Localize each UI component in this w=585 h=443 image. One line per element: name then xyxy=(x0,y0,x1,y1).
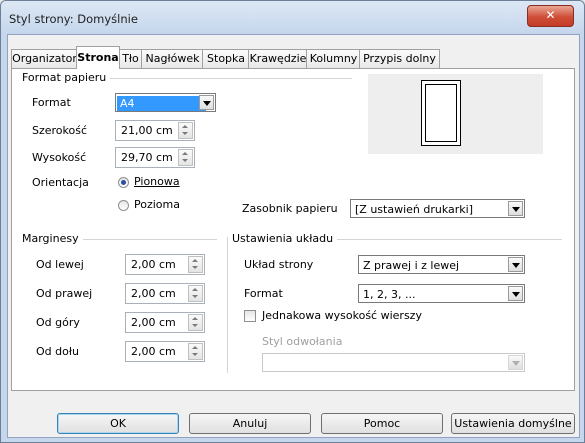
landscape-radio[interactable] xyxy=(118,200,129,211)
page-layout-select[interactable]: Z prawej i z lewej xyxy=(358,255,525,274)
spin-arrows-icon[interactable] xyxy=(188,314,203,331)
page-layout-label: Układ strony xyxy=(244,258,314,271)
page-layout-value: Z prawej i z lewej xyxy=(363,259,460,272)
help-button[interactable]: Pomoc xyxy=(321,413,443,434)
tab-label: Stopka xyxy=(207,52,245,65)
tab-columns[interactable]: Kolumny xyxy=(306,49,361,68)
margin-bottom-spinbox[interactable]: 2,00 cm xyxy=(125,341,205,362)
tab-label: Przypis dolny xyxy=(363,52,436,65)
page-preview xyxy=(368,74,543,154)
ok-button-label: OK xyxy=(110,417,126,430)
orientation-label: Orientacja xyxy=(32,176,89,189)
paper-tray-label: Zasobnik papieru xyxy=(242,202,338,215)
tab-label: Nagłówek xyxy=(145,52,200,65)
paper-format-value: A4 xyxy=(117,96,206,111)
margins-group-title: Marginesy xyxy=(22,232,83,245)
title-bar[interactable]: Styl strony: Domyślnie ✕ xyxy=(1,1,584,34)
spin-arrows-icon[interactable] xyxy=(178,149,193,166)
chevron-down-icon[interactable] xyxy=(508,286,523,301)
ok-button[interactable]: OK xyxy=(57,413,179,434)
width-label: Szerokość xyxy=(32,124,88,137)
tab-label: Krawędzie xyxy=(249,52,307,65)
dialog-title: Styl strony: Domyślnie xyxy=(9,12,138,26)
register-true-label[interactable]: Jednakowa wysokość wierszy xyxy=(262,309,422,322)
register-true-checkbox[interactable] xyxy=(244,310,256,322)
defaults-button[interactable]: Ustawienia domyślne xyxy=(451,413,575,434)
paper-tray-select[interactable]: [Z ustawień drukarki] xyxy=(350,199,525,218)
dialog-window: Styl strony: Domyślnie ✕ Organizator Str… xyxy=(0,0,585,443)
reference-style-select[interactable] xyxy=(262,353,525,372)
paper-format-group-title: Format papieru xyxy=(22,71,111,84)
margin-bottom-label: Od dołu xyxy=(36,345,79,358)
margin-top-label: Od góry xyxy=(36,316,80,329)
chevron-down-icon[interactable] xyxy=(508,355,523,370)
chevron-down-icon[interactable] xyxy=(508,257,523,272)
close-button[interactable]: ✕ xyxy=(527,5,574,27)
portrait-radio[interactable] xyxy=(118,177,129,188)
tab-page[interactable]: Strona xyxy=(76,46,120,69)
tab-label: Kolumny xyxy=(309,52,358,65)
tab-background[interactable]: Tło xyxy=(118,49,143,68)
cancel-button[interactable]: Anuluj xyxy=(189,413,311,434)
margin-left-label: Od lewej xyxy=(36,258,84,271)
paper-tray-value: [Z ustawień drukarki] xyxy=(355,203,474,216)
tab-label: Strona xyxy=(77,51,119,64)
height-value: 29,70 cm xyxy=(121,151,173,164)
margin-bottom-value: 2,00 cm xyxy=(131,345,176,358)
page-tab-panel: Format papieru Format A4 Szerokość 21,00… xyxy=(11,68,575,391)
tab-footer[interactable]: Stopka xyxy=(202,49,250,68)
close-icon: ✕ xyxy=(545,8,556,22)
spin-arrows-icon[interactable] xyxy=(178,122,193,139)
page-preview-sheet xyxy=(421,80,461,146)
reference-style-label: Styl odwołania xyxy=(262,335,343,348)
spin-arrows-icon[interactable] xyxy=(188,256,203,273)
dialog-body: Organizator Strona Tło Nagłówek Stopka K… xyxy=(7,34,580,438)
tab-footnote[interactable]: Przypis dolny xyxy=(359,49,440,68)
numbering-format-label: Format xyxy=(244,287,283,300)
spin-arrows-icon[interactable] xyxy=(188,285,203,302)
spin-arrows-icon[interactable] xyxy=(188,343,203,360)
page-preview-margins xyxy=(425,84,457,142)
tab-organizer[interactable]: Organizator xyxy=(11,49,78,68)
numbering-format-value: 1, 2, 3, ... xyxy=(363,288,416,301)
margin-right-label: Od prawej xyxy=(36,287,93,300)
margin-left-value: 2,00 cm xyxy=(131,258,176,271)
margin-left-spinbox[interactable]: 2,00 cm xyxy=(125,254,205,275)
margin-right-value: 2,00 cm xyxy=(131,287,176,300)
tab-header[interactable]: Nagłówek xyxy=(141,49,204,68)
numbering-format-select[interactable]: 1, 2, 3, ... xyxy=(358,284,525,303)
width-value: 21,00 cm xyxy=(121,124,173,137)
tab-borders[interactable]: Krawędzie xyxy=(248,49,308,68)
margin-right-spinbox[interactable]: 2,00 cm xyxy=(125,283,205,304)
layout-group-title: Ustawienia układu xyxy=(232,232,338,245)
chevron-down-icon[interactable] xyxy=(199,95,214,110)
landscape-label[interactable]: Pozioma xyxy=(134,198,180,211)
column-separator xyxy=(227,237,228,373)
portrait-label[interactable]: Pionowa xyxy=(134,175,180,188)
height-label: Wysokość xyxy=(32,151,87,164)
help-button-label: Pomoc xyxy=(363,417,401,430)
tab-label: Organizator xyxy=(12,52,77,65)
width-spinbox[interactable]: 21,00 cm xyxy=(115,120,195,141)
chevron-down-icon[interactable] xyxy=(508,201,523,216)
height-spinbox[interactable]: 29,70 cm xyxy=(115,147,195,168)
cancel-button-label: Anuluj xyxy=(232,417,268,430)
paper-format-select[interactable]: A4 xyxy=(115,93,216,112)
margin-top-spinbox[interactable]: 2,00 cm xyxy=(125,312,205,333)
format-label: Format xyxy=(32,96,71,109)
margin-top-value: 2,00 cm xyxy=(131,316,176,329)
defaults-button-label: Ustawienia domyślne xyxy=(454,417,572,430)
tab-label: Tło xyxy=(122,52,139,65)
